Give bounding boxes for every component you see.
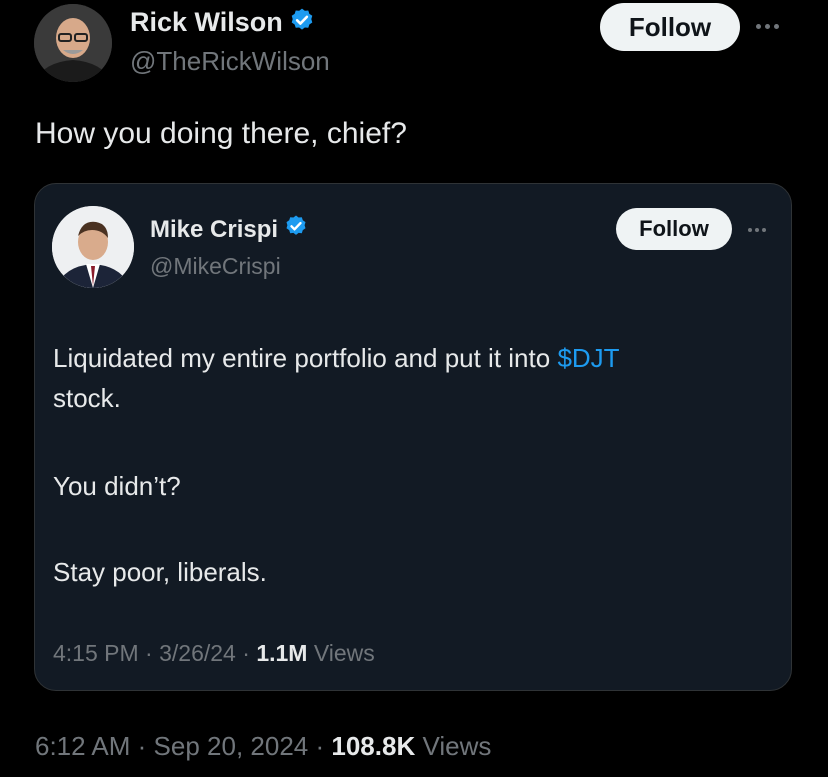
tweet-meta: 6:12 AM · Sep 20, 2024 · 108.8K Views bbox=[35, 728, 491, 764]
tweet-time[interactable]: 6:12 AM bbox=[35, 731, 130, 761]
avatar-image bbox=[34, 4, 112, 82]
tweet-text: How you doing there, chief? bbox=[35, 117, 407, 150]
quoted-text-line-4: Stay poor, liberals. bbox=[53, 557, 267, 587]
tweet-date[interactable]: Sep 20, 2024 bbox=[154, 731, 309, 761]
author-name[interactable]: Rick Wilson bbox=[130, 4, 315, 42]
quoted-tweet-meta: 4:15 PM · 3/26/24 · 1.1M Views bbox=[53, 636, 375, 670]
more-options-icon[interactable] bbox=[756, 24, 779, 29]
avatar-rick-wilson[interactable] bbox=[34, 4, 112, 82]
quoted-date[interactable]: 3/26/24 bbox=[159, 640, 236, 666]
cashtag-link[interactable]: $DJT bbox=[557, 343, 619, 373]
author-handle[interactable]: @TheRickWilson bbox=[130, 44, 330, 78]
views-label: Views bbox=[422, 731, 492, 761]
quoted-views-label: Views bbox=[313, 640, 375, 666]
verified-badge-icon bbox=[284, 214, 308, 247]
verified-badge-icon bbox=[289, 6, 315, 42]
quoted-author-name-text: Mike Crispi bbox=[150, 216, 279, 243]
views-count: 108.8K bbox=[331, 731, 416, 761]
follow-button[interactable]: Follow bbox=[600, 3, 740, 51]
separator: · bbox=[242, 640, 250, 666]
avatar-mike-crispi[interactable] bbox=[52, 206, 134, 288]
separator: · bbox=[315, 731, 325, 761]
quoted-follow-button[interactable]: Follow bbox=[616, 208, 732, 250]
separator: · bbox=[145, 640, 153, 666]
quoted-text-line-2: stock. bbox=[53, 383, 121, 413]
quoted-time[interactable]: 4:15 PM bbox=[53, 640, 139, 666]
more-options-icon[interactable] bbox=[748, 228, 766, 232]
quoted-views-count: 1.1M bbox=[256, 640, 308, 666]
quoted-author-name[interactable]: Mike Crispi bbox=[150, 214, 308, 247]
quoted-text-line-3: You didn’t? bbox=[53, 471, 181, 501]
separator: · bbox=[137, 731, 147, 761]
quoted-text-line-1: Liquidated my entire portfolio and put i… bbox=[53, 338, 620, 378]
author-name-text: Rick Wilson bbox=[130, 7, 283, 37]
avatar-image bbox=[52, 206, 134, 288]
quoted-tweet-card[interactable] bbox=[34, 183, 792, 691]
quoted-author-handle[interactable]: @MikeCrispi bbox=[150, 250, 281, 282]
quoted-text-segment: Liquidated my entire portfolio and put i… bbox=[53, 343, 558, 373]
